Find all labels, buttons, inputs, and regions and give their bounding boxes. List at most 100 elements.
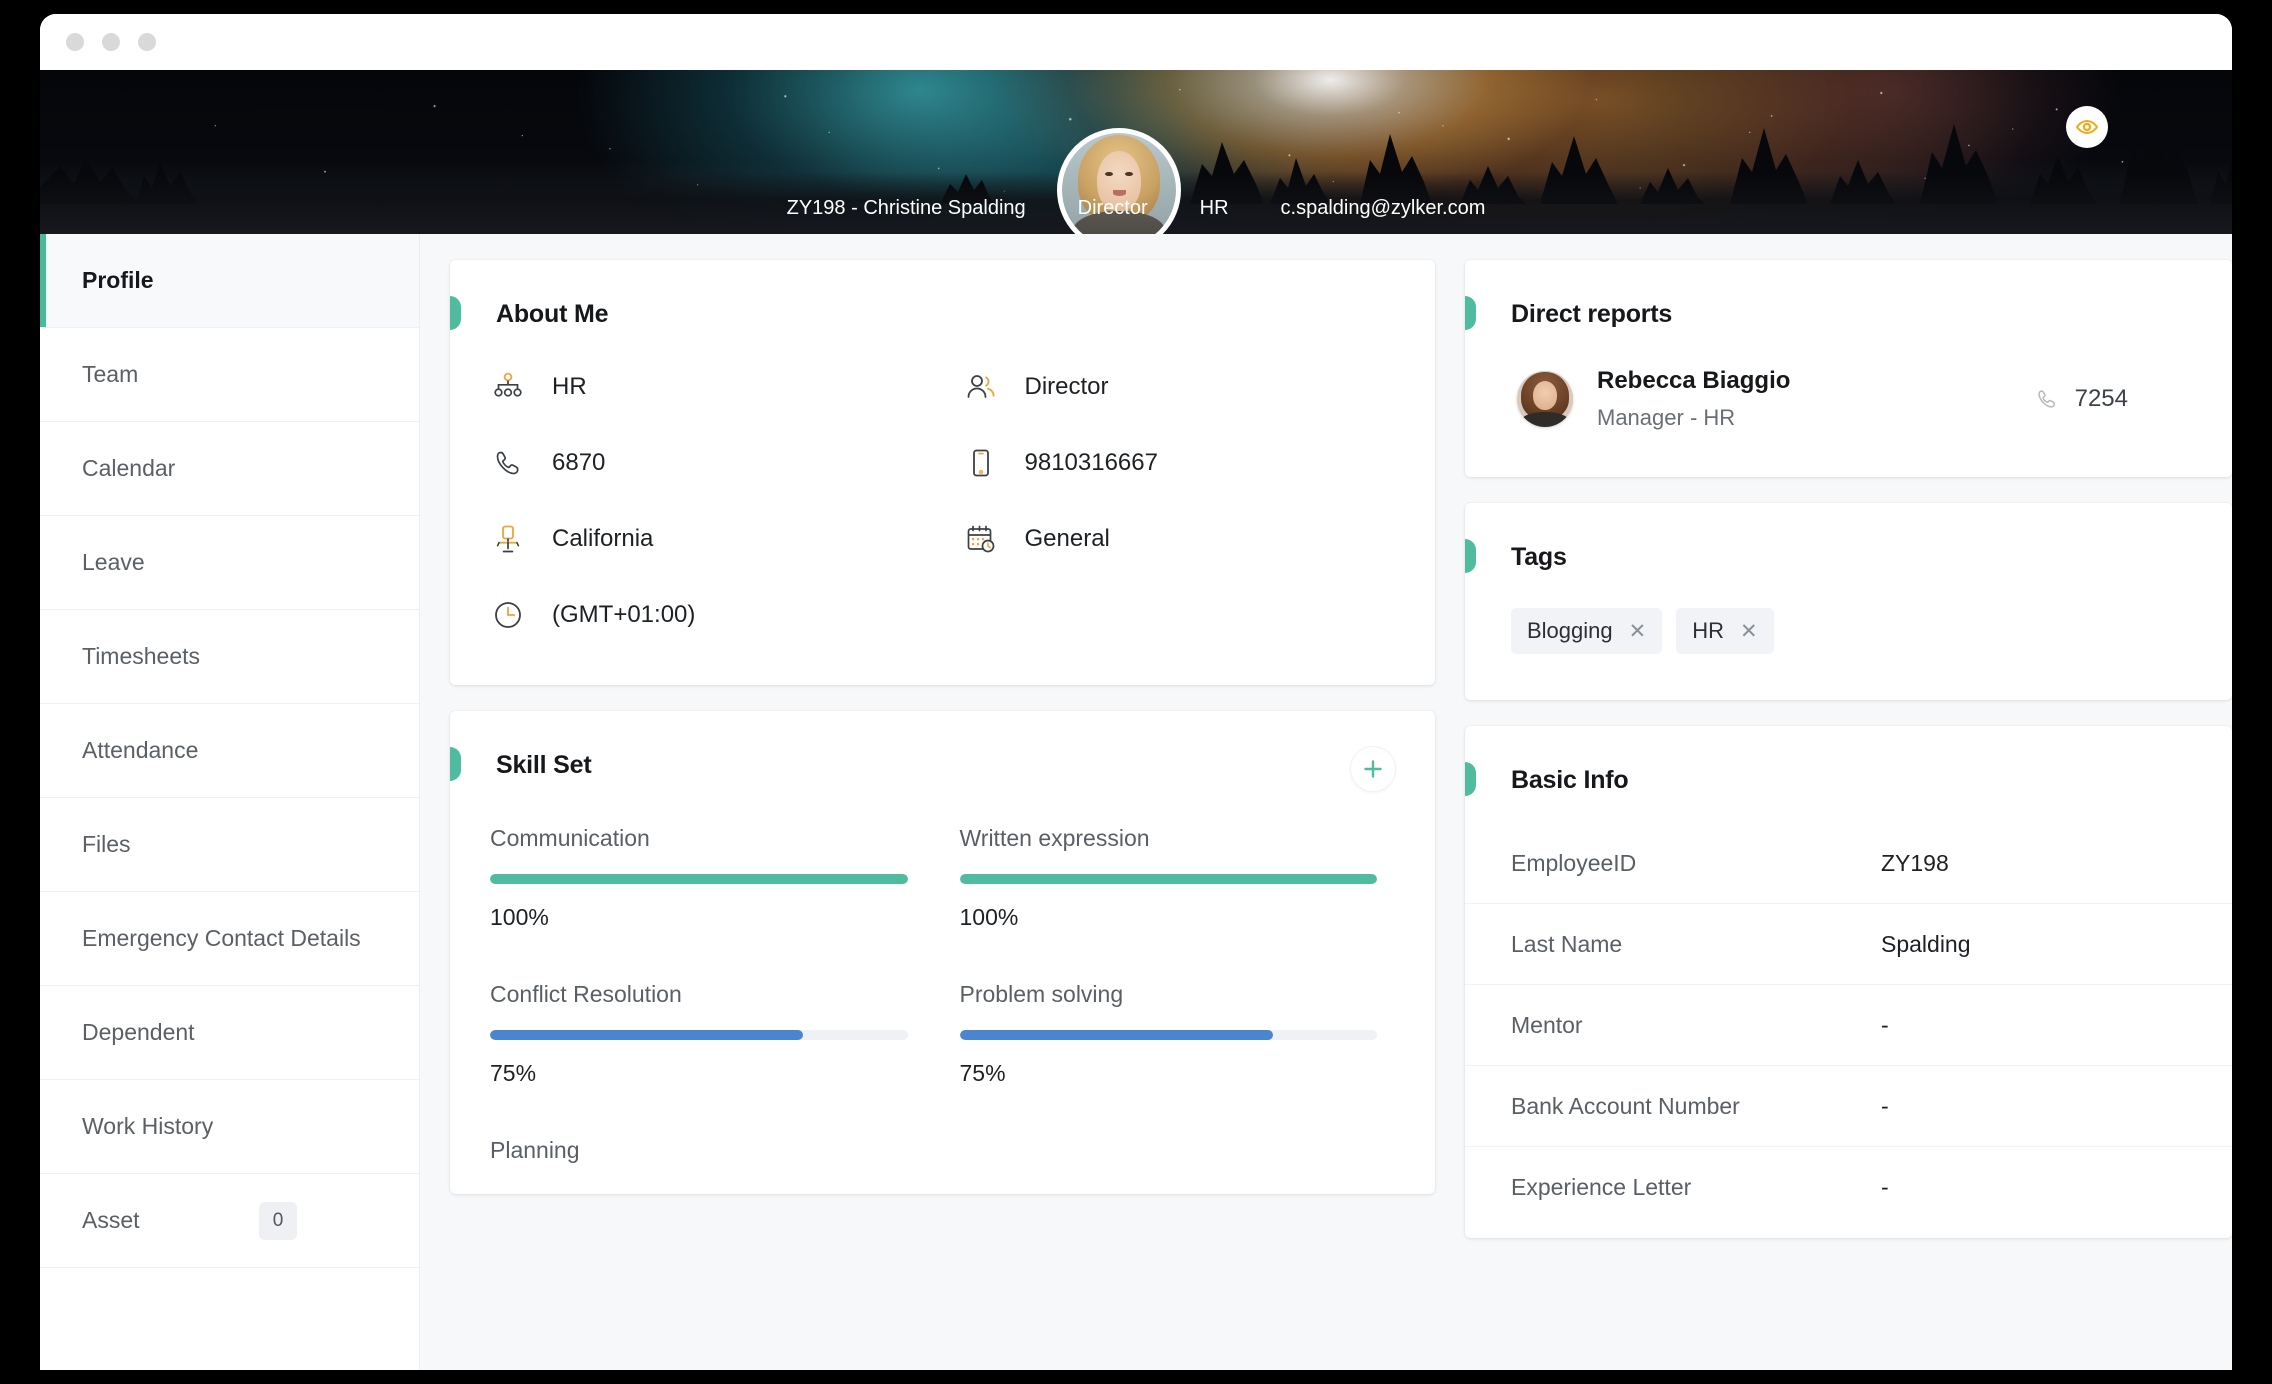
sidebar-item-label: Profile [82,267,154,293]
banner-employee-name: ZY198 - Christine Spalding [786,197,1026,219]
people-icon [963,369,999,405]
skill-name: Problem solving [959,981,1124,1007]
about-me-title: About Me [496,300,609,328]
direct-reports-card: Direct reports Rebecca Biaggio Manager -… [1465,260,2232,477]
direct-reports-title: Direct reports [1511,300,1673,328]
basic-info-title: Basic Info [1511,766,1629,794]
basic-info-value: Spalding [1881,930,1971,957]
skill-name: Communication [490,825,650,851]
sidebar-item-files[interactable]: Files [40,798,419,892]
about-item-mobile: 9810316667 [963,445,1436,481]
basic-info-label: Last Name [1511,930,1623,957]
close-window-button[interactable] [66,33,84,51]
tag-label: Blogging [1527,618,1613,643]
content-right-column: Direct reports Rebecca Biaggio Manager -… [1465,260,2232,1370]
about-item-value: Director [1024,373,1109,400]
direct-report-row[interactable]: Rebecca Biaggio Manager - HR 7254 [1465,329,2232,477]
phone-icon [2037,390,2055,408]
sidebar-item-profile[interactable]: Profile [40,234,419,328]
sidebar-item-label: Leave [82,549,145,575]
asset-count-badge: 0 [259,1201,297,1240]
basic-info-row: Mentor - [1465,985,2232,1066]
window-titlebar [40,14,2232,70]
skill-set-header: Skill Set [450,711,1435,791]
skill-set-card: Skill Set Communication 100% Written exp… [450,711,1435,1194]
sidebar-item-label: Emergency Contact Details [82,925,361,951]
about-item-shift: General [963,521,1436,557]
skill-name: Conflict Resolution [490,981,682,1007]
mobile-icon [963,445,999,481]
skill-percent: 100% [959,904,1019,930]
basic-info-label: Mentor [1511,1011,1583,1038]
about-item-value: 9810316667 [1024,449,1158,476]
sidebar-item-label: Attendance [82,737,199,763]
skill-progress-track [959,874,1377,884]
basic-info-row: EmployeeID ZY198 [1465,823,2232,904]
sidebar-item-label: Files [82,831,131,857]
close-icon[interactable]: ✕ [1629,621,1647,642]
maximize-window-button[interactable] [138,33,156,51]
skill-item: Planning [490,1137,908,1186]
direct-report-name: Rebecca Biaggio [1597,367,1791,394]
close-icon[interactable]: ✕ [1740,621,1758,642]
banner-designation: Director [1077,197,1148,219]
basic-info-row: Bank Account Number - [1465,1066,2232,1147]
banner-email: c.spalding@zylker.com [1280,197,1486,219]
sidebar-item-timesheets[interactable]: Timesheets [40,610,419,704]
basic-info-value: - [1881,1174,1889,1200]
sidebar-item-label: Work History [82,1113,214,1139]
skill-percent: 75% [490,1060,537,1086]
skill-progress-fill [490,874,908,884]
eye-icon-glyph [2075,119,2099,135]
skill-progress-fill [959,874,1377,884]
direct-report-role: Manager - HR [1597,405,1736,430]
skill-list: Communication 100% Written expression 10… [450,791,1435,1194]
skill-progress-fill [490,1030,804,1040]
tag-chip[interactable]: Blogging ✕ [1511,608,1663,654]
add-skill-button[interactable] [1351,747,1395,791]
sidebar-item-label: Calendar [82,455,176,481]
sidebar-item-label: Team [82,361,139,387]
about-me-card: About Me HR Director 6870 9810316667 Cal… [450,260,1435,685]
skill-name: Planning [490,1137,580,1163]
sidebar-item-attendance[interactable]: Attendance [40,704,419,798]
sidebar-item-asset[interactable]: Asset 0 [40,1174,419,1268]
sidebar-item-team[interactable]: Team [40,328,419,422]
direct-report-phone-number: 7254 [2074,385,2128,412]
basic-info-row: Last Name Spalding [1465,904,2232,985]
sidebar-nav: Profile Team Calendar Leave Timesheets A… [40,234,420,1370]
profile-banner: ZY198 - Christine Spalding Director HR c… [40,70,2232,234]
sidebar-item-calendar[interactable]: Calendar [40,422,419,516]
eye-icon[interactable] [2066,106,2108,148]
about-item-value: (GMT+01:00) [552,601,696,628]
skill-set-title: Skill Set [496,751,592,779]
skill-item: Problem solving 75% [959,981,1377,1087]
content-left-column: About Me HR Director 6870 9810316667 Cal… [450,260,1435,1370]
about-item-timezone: (GMT+01:00) [490,597,963,633]
about-item-value: California [552,525,654,552]
sidebar-item-emergency-contact-details[interactable]: Emergency Contact Details [40,892,419,986]
sidebar-item-leave[interactable]: Leave [40,516,419,610]
tag-label: HR [1692,618,1725,643]
sidebar-item-work-history[interactable]: Work History [40,1080,419,1174]
basic-info-value: - [1881,1092,1889,1119]
skill-item: Conflict Resolution 75% [490,981,908,1087]
tag-chip[interactable]: HR ✕ [1676,608,1774,654]
sidebar-item-dependent[interactable]: Dependent [40,986,419,1080]
basic-info-row: Experience Letter - [1465,1147,2232,1228]
sidebar-item-label: Asset [82,1207,140,1233]
about-item-value: HR [552,373,587,400]
skill-item: Communication 100% [490,825,908,931]
page-body: Profile Team Calendar Leave Timesheets A… [40,234,2232,1370]
direct-report-phone[interactable]: 7254 [2035,385,2128,413]
about-item-value: 6870 [552,449,606,476]
sidebar-item-label: Timesheets [82,643,201,669]
direct-report-info: Rebecca Biaggio Manager - HR [1597,367,1790,431]
basic-info-label: EmployeeID [1511,849,1637,876]
basic-info-value: - [1881,1011,1889,1038]
basic-info-value: ZY198 [1881,849,1949,876]
minimize-window-button[interactable] [102,33,120,51]
skill-item: Written expression 100% [959,825,1377,931]
skill-percent: 75% [959,1060,1006,1086]
phone-icon [490,445,526,481]
